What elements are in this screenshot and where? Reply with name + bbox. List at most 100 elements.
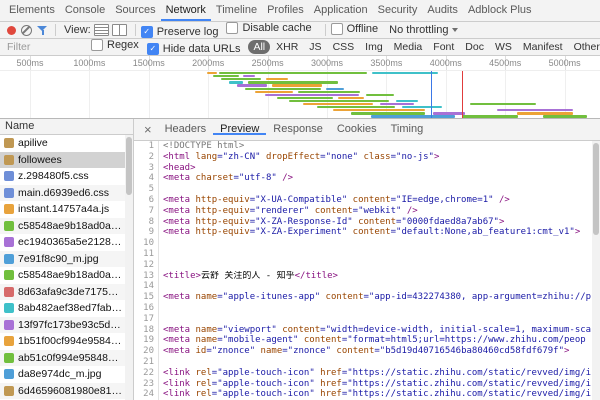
code-text — [163, 184, 600, 195]
syntax-a: content — [277, 325, 320, 335]
syntax-v: ="IE=edge,chrome=1" — [391, 195, 494, 205]
request-row-c58548ae9b18ad0a6e85[interactable]: c58548ae9b18ad0a6e85329064e8532906 — [0, 218, 133, 235]
syntax-g: > — [434, 152, 439, 162]
checkbox-hide-data-urls[interactable]: ✓Hide data URLs — [147, 43, 241, 55]
filter-pill-js[interactable]: JS — [304, 40, 326, 54]
filter-pill-xhr[interactable]: XHR — [271, 40, 303, 54]
code-text — [163, 281, 600, 292]
detail-tab-cookies[interactable]: Cookies — [330, 123, 384, 135]
filter-pill-ws[interactable]: WS — [490, 40, 517, 54]
file-type-icon — [4, 287, 14, 297]
record-icon[interactable] — [7, 26, 16, 35]
preview-code-view[interactable]: 1<!DOCTYPE html>2<html lang="zh-CN" drop… — [134, 141, 600, 400]
request-row-ec1940365a5e21281ee1[interactable]: ec1940365a5e21281ee19f26e1940365a5 — [0, 234, 133, 251]
filter-pill-manifest[interactable]: Manifest — [518, 40, 568, 54]
tab-network[interactable]: Network — [161, 0, 211, 21]
request-row-8ab482aef38ed7fab8bd[interactable]: 8ab482aef38ed7fab8bd43148ab482aef3 — [0, 300, 133, 317]
line-number: 13 — [134, 271, 159, 282]
request-row-8d63afa9c3de7175978f[interactable]: 8d63afa9c3de7175978fe6a58d63afa9c3 — [0, 284, 133, 301]
large-rows-view-icon[interactable] — [94, 24, 109, 36]
checkbox-disable-cache[interactable]: Disable cache — [226, 22, 311, 34]
checkbox-offline[interactable]: Offline — [331, 23, 379, 35]
request-row-followees[interactable]: followees — [0, 152, 133, 169]
code-line: 10 — [134, 238, 600, 249]
tab-audits[interactable]: Audits — [422, 0, 463, 21]
filter-pill-other[interactable]: Other — [569, 40, 600, 54]
syntax-v: ="X-ZA-Response-Id" — [250, 217, 353, 227]
filter-pill-all[interactable]: All — [248, 40, 270, 54]
overview-view-icon[interactable] — [112, 24, 127, 36]
waterfall-bar — [317, 106, 395, 108]
request-row-13f97fc173be93c5d35f[interactable]: 13f97fc173be93c5d35fea6213f97fc173 — [0, 317, 133, 334]
request-row-apilive[interactable]: apilive — [0, 135, 133, 152]
syntax-v: ="b5d19d40716546ba80460cd58fdf679f" — [374, 346, 564, 356]
waterfall-bar — [266, 78, 288, 80]
checkbox-icon-offline — [331, 23, 343, 35]
file-type-icon — [4, 303, 14, 313]
syntax-a: charset — [190, 173, 233, 183]
waterfall-bar — [229, 81, 243, 83]
file-type-icon — [4, 171, 14, 181]
request-row-6d46596081980e813571[interactable]: 6d46596081980e8135719f06d465960819 — [0, 383, 133, 400]
tab-timeline[interactable]: Timeline — [211, 0, 262, 21]
syntax-a: content — [353, 217, 396, 227]
waterfall-bar — [497, 109, 573, 111]
load-event-line — [462, 71, 463, 118]
code-line: 19<meta name="mobile-agent" content="for… — [134, 335, 600, 346]
scrollbar-thumb[interactable] — [593, 143, 599, 235]
request-row-z-298480f5-css[interactable]: z.298480f5.css — [0, 168, 133, 185]
tab-profiles[interactable]: Profiles — [262, 0, 309, 21]
waterfall-bar — [219, 72, 367, 74]
syntax-g: <html — [163, 152, 190, 162]
filter-input[interactable] — [5, 40, 87, 54]
requests-scrollbar[interactable] — [125, 135, 133, 400]
detail-tab-preview[interactable]: Preview — [213, 123, 266, 135]
checkbox-label-offline: Offline — [347, 23, 379, 35]
request-row-1b51f00cf994e95848d0[interactable]: 1b51f00cf994e95848d0dda01b51f00cf9 — [0, 333, 133, 350]
tab-console[interactable]: Console — [60, 0, 110, 21]
request-name: instant.14757a4a.js — [18, 203, 109, 215]
filter-pill-doc[interactable]: Doc — [460, 40, 489, 54]
clear-icon[interactable] — [21, 25, 32, 36]
request-row-main-d6939ed6-css[interactable]: main.d6939ed6.css — [0, 185, 133, 202]
waterfall-overview[interactable] — [0, 71, 600, 119]
tick-label: 500ms — [16, 58, 43, 68]
request-row-7e91f8c90-m-jpg[interactable]: 7e91f8c90_m.jpg — [0, 251, 133, 268]
syntax-a: dropEffect — [261, 152, 321, 162]
file-type-icon — [4, 336, 14, 346]
tab-application[interactable]: Application — [309, 0, 373, 21]
line-number: 16 — [134, 303, 159, 314]
detail-tab-headers[interactable]: Headers — [158, 123, 214, 135]
syntax-v: ="format=html5;url=https://www.zhihu.com… — [342, 335, 586, 345]
request-row-ab51c0f994e95848d00d[interactable]: ab51c0f994e95848d00dda09ab51c0f994 — [0, 350, 133, 367]
tab-security[interactable]: Security — [373, 0, 423, 21]
request-row-da8e974dc-m-jpg[interactable]: da8e974dc_m.jpg — [0, 366, 133, 383]
code-line: 21 — [134, 357, 600, 368]
line-number: 24 — [134, 389, 159, 400]
throttling-select[interactable]: No throttling — [386, 24, 461, 36]
close-icon[interactable]: × — [138, 119, 158, 140]
filter-pill-css[interactable]: CSS — [328, 40, 360, 54]
filter-funnel-icon[interactable] — [37, 25, 48, 35]
waterfall-bar — [326, 88, 344, 90]
scrollbar-thumb[interactable] — [126, 137, 132, 195]
filter-pill-media[interactable]: Media — [389, 40, 428, 54]
filter-pill-img[interactable]: Img — [360, 40, 388, 54]
checkbox-regex[interactable]: Regex — [91, 39, 139, 51]
code-text: <meta name="apple-itunes-app" content="a… — [163, 292, 600, 303]
filter-pill-font[interactable]: Font — [428, 40, 459, 54]
tab-sources[interactable]: Sources — [110, 0, 160, 21]
detail-tab-response[interactable]: Response — [266, 123, 330, 135]
checkbox-preserve-log[interactable]: ✓Preserve log — [141, 26, 219, 38]
resource-type-filters: AllXHRJSCSSImgMediaFontDocWSManifestOthe… — [248, 40, 600, 54]
detail-tab-timing[interactable]: Timing — [384, 123, 431, 135]
tab-elements[interactable]: Elements — [4, 0, 60, 21]
tab-adblock-plus[interactable]: Adblock Plus — [463, 0, 537, 21]
code-line: 7<meta http-equiv="renderer" content="we… — [134, 206, 600, 217]
code-scrollbar[interactable] — [592, 141, 600, 400]
line-number: 1 — [134, 141, 159, 152]
request-row-instant-14757a4a-js[interactable]: instant.14757a4a.js — [0, 201, 133, 218]
request-name: 6d46596081980e8135719f06d465960819 — [18, 385, 123, 397]
request-row-c58548ae9b18ad0a5e79[interactable]: c58548ae9b18ad0a5e79f8e4c58548ae9b — [0, 267, 133, 284]
name-column-header[interactable]: Name — [0, 119, 133, 135]
